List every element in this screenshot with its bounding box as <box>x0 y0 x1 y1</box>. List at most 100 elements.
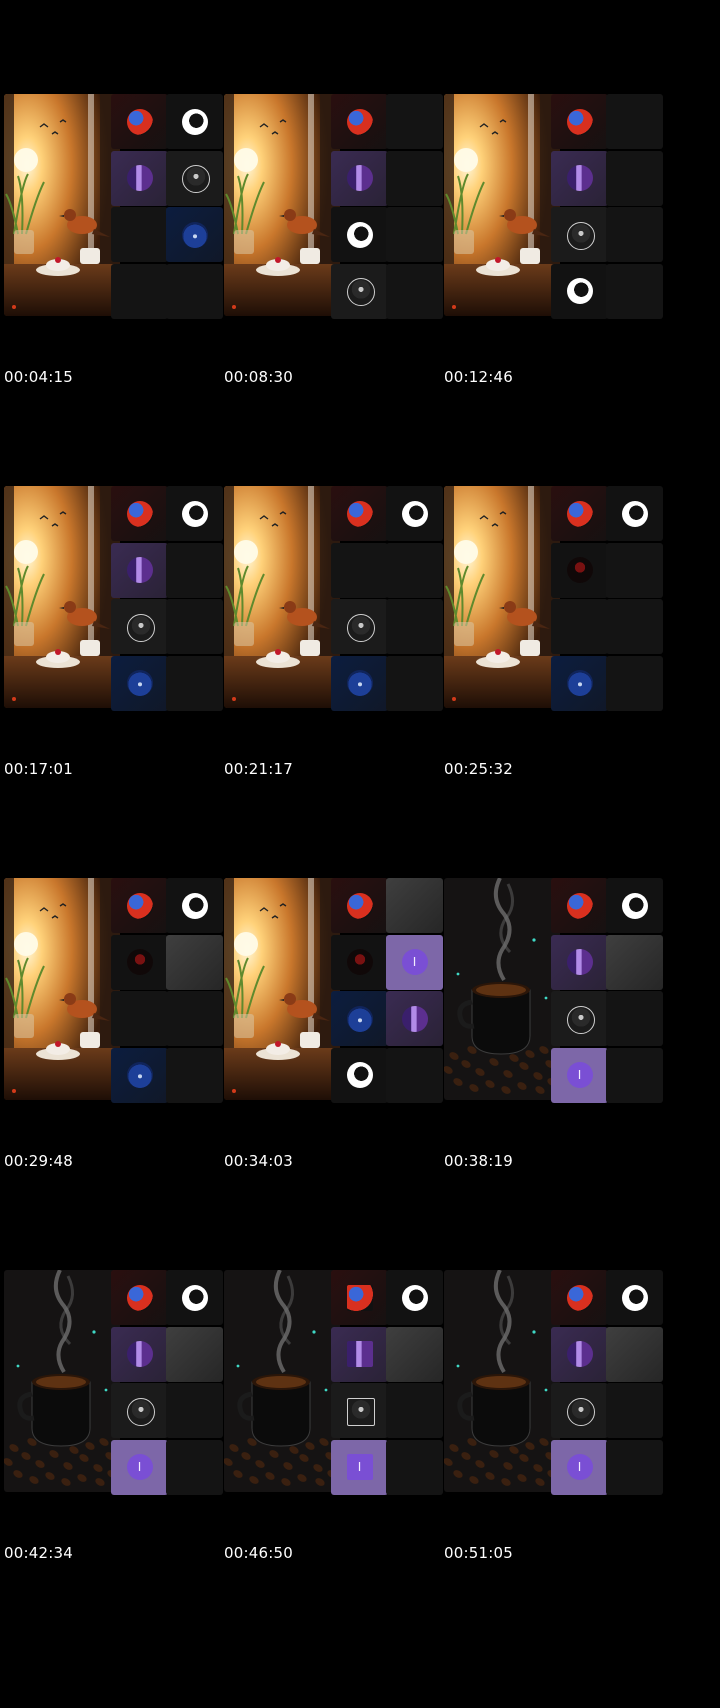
participant-tile[interactable] <box>111 599 168 654</box>
participant-tile[interactable] <box>551 991 608 1046</box>
participant-tile[interactable] <box>606 599 663 654</box>
participant-tile[interactable] <box>331 878 388 933</box>
participant-tile[interactable] <box>331 207 388 262</box>
participant-tile[interactable] <box>386 1383 443 1438</box>
participant-tile[interactable] <box>111 486 168 541</box>
participant-tile[interactable] <box>166 1047 223 1103</box>
participant-tile[interactable] <box>386 94 443 149</box>
participant-tile[interactable] <box>331 991 388 1046</box>
participant-tile[interactable] <box>111 94 168 149</box>
participant-tile[interactable] <box>606 150 663 206</box>
participant-tile[interactable] <box>166 599 223 654</box>
participant-tile[interactable] <box>606 486 663 541</box>
participant-tile[interactable] <box>166 878 223 933</box>
participant-tile[interactable] <box>386 207 443 262</box>
participant-tile[interactable]: I <box>551 1047 608 1103</box>
participant-tile[interactable] <box>111 150 168 206</box>
participant-tile[interactable] <box>386 991 443 1046</box>
participant-tile[interactable] <box>606 94 663 149</box>
participant-tile[interactable] <box>331 599 388 654</box>
participant-tile[interactable] <box>606 1326 663 1382</box>
participant-tile[interactable] <box>606 1383 663 1438</box>
participant-tile[interactable] <box>166 486 223 541</box>
participant-tile[interactable] <box>386 150 443 206</box>
participant-tile[interactable] <box>331 486 388 541</box>
participant-tile[interactable] <box>331 542 388 598</box>
participant-tile[interactable] <box>166 1326 223 1382</box>
participant-tile[interactable] <box>166 542 223 598</box>
person-avatar-icon <box>566 1397 595 1426</box>
participant-tile[interactable] <box>166 934 223 990</box>
participant-tile[interactable] <box>386 878 443 933</box>
participant-tile[interactable] <box>166 1270 223 1325</box>
participant-tile[interactable] <box>166 263 223 319</box>
participant-tile[interactable] <box>606 991 663 1046</box>
participant-tile[interactable] <box>386 486 443 541</box>
participant-tile[interactable] <box>331 94 388 149</box>
participant-tile[interactable] <box>551 1270 608 1325</box>
participant-tile[interactable] <box>386 1326 443 1382</box>
participant-tile[interactable] <box>551 94 608 149</box>
participant-tile[interactable] <box>551 486 608 541</box>
participant-tile[interactable] <box>386 542 443 598</box>
participant-tile[interactable] <box>386 599 443 654</box>
participant-tile[interactable] <box>606 263 663 319</box>
participant-tile[interactable] <box>386 1047 443 1103</box>
participant-tile[interactable] <box>111 1047 168 1103</box>
participant-tile[interactable] <box>551 542 608 598</box>
participant-tile[interactable] <box>551 599 608 654</box>
participant-tile[interactable] <box>606 542 663 598</box>
participant-tile[interactable] <box>551 263 608 319</box>
participant-tile[interactable]: I <box>111 1439 168 1495</box>
participant-tile[interactable] <box>166 991 223 1046</box>
participant-tile[interactable] <box>551 1326 608 1382</box>
participant-tile[interactable] <box>111 542 168 598</box>
participant-tile[interactable] <box>111 207 168 262</box>
participant-tile[interactable] <box>551 1383 608 1438</box>
participant-tile[interactable] <box>551 150 608 206</box>
participant-tile[interactable] <box>166 150 223 206</box>
participant-tile[interactable] <box>331 263 388 319</box>
participant-tile[interactable] <box>166 207 223 262</box>
participant-tile[interactable]: I <box>551 1439 608 1495</box>
participant-tile[interactable] <box>331 655 388 711</box>
participant-tile[interactable] <box>606 934 663 990</box>
participant-tile[interactable] <box>166 1439 223 1495</box>
participant-tile[interactable] <box>331 934 388 990</box>
participant-tile[interactable] <box>551 934 608 990</box>
participant-tile[interactable] <box>606 207 663 262</box>
participant-tile[interactable] <box>551 207 608 262</box>
participant-tile[interactable] <box>606 1047 663 1103</box>
participant-tile[interactable] <box>111 655 168 711</box>
participant-tile[interactable]: I <box>331 1439 388 1495</box>
participant-tile[interactable] <box>606 878 663 933</box>
participant-tile[interactable] <box>606 1270 663 1325</box>
main-video-panel <box>224 94 340 316</box>
participant-tile[interactable] <box>166 94 223 149</box>
participant-tile[interactable] <box>331 1383 388 1438</box>
participant-tile[interactable] <box>551 655 608 711</box>
letter-avatar-icon: I <box>126 1454 153 1480</box>
participant-tile[interactable] <box>551 878 608 933</box>
participant-tile[interactable] <box>331 150 388 206</box>
participant-tile[interactable] <box>331 1326 388 1382</box>
participant-tile[interactable] <box>386 1270 443 1325</box>
participant-tile[interactable] <box>606 655 663 711</box>
participant-tile[interactable] <box>331 1270 388 1325</box>
participant-tile[interactable] <box>606 1439 663 1495</box>
participant-tile[interactable] <box>166 1383 223 1438</box>
participant-tile[interactable] <box>111 1270 168 1325</box>
participant-tile[interactable] <box>111 1383 168 1438</box>
coffee-cup-scene <box>444 1270 560 1492</box>
participant-tile[interactable] <box>111 263 168 319</box>
participant-tile[interactable] <box>386 263 443 319</box>
participant-tile[interactable] <box>111 934 168 990</box>
participant-tile[interactable] <box>111 991 168 1046</box>
participant-tile[interactable] <box>111 878 168 933</box>
participant-tile[interactable] <box>111 1326 168 1382</box>
participant-tile[interactable]: I <box>386 934 443 990</box>
participant-tile[interactable] <box>386 1439 443 1495</box>
participant-tile[interactable] <box>166 655 223 711</box>
participant-tile[interactable] <box>331 1047 388 1103</box>
participant-tile[interactable] <box>386 655 443 711</box>
